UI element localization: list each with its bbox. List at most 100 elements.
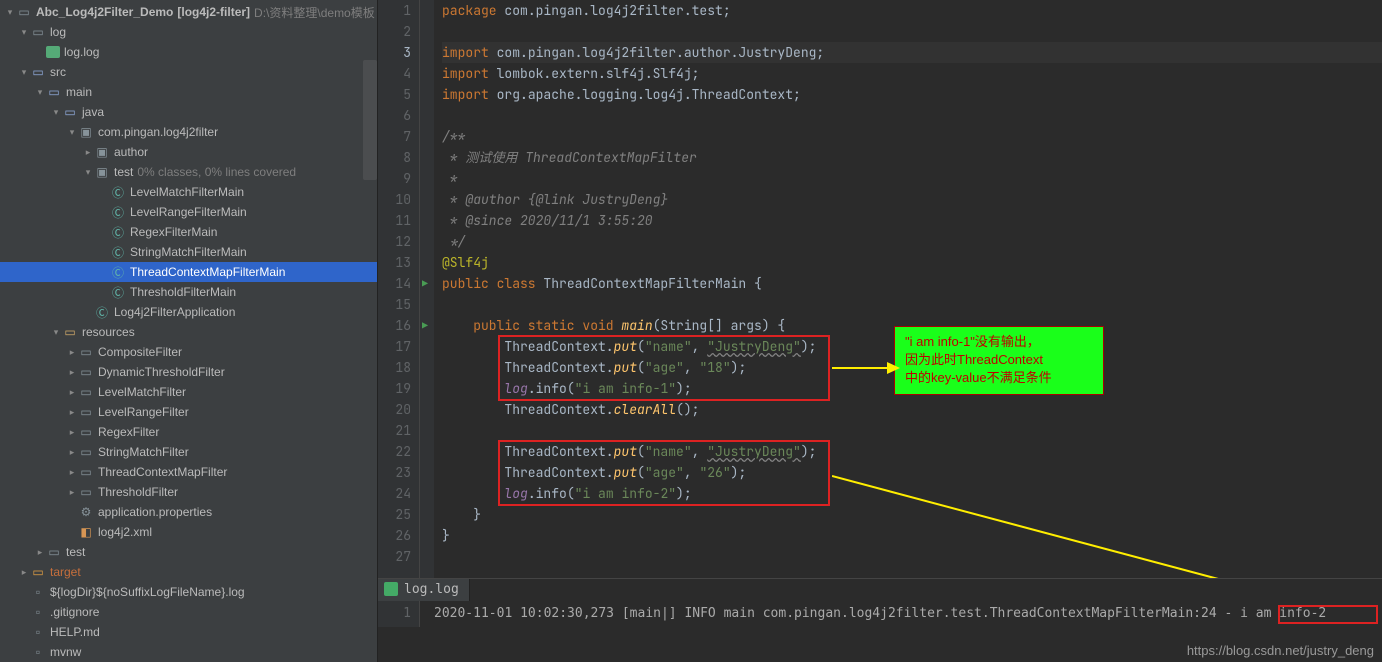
project-tree-panel[interactable]: ▾ ▭ Abc_Log4j2Filter_Demo [log4j2-filter… <box>0 0 378 662</box>
tree-folder[interactable]: ▸▭DynamicThresholdFilter <box>0 362 377 382</box>
log-output-panel[interactable]: log.log 1 2020-11-01 10:02:30,273 [main|… <box>378 578 1382 626</box>
code-line <box>442 294 1382 315</box>
package-icon: ▣ <box>94 144 110 160</box>
tree-file-xml[interactable]: ◧log4j2.xml <box>0 522 377 542</box>
code-editor[interactable]: 12345 678910 1112131415 1617181920 21222… <box>378 0 1382 578</box>
chevron-down-icon: ▾ <box>50 107 62 118</box>
tree-folder-resources[interactable]: ▾▭resources <box>0 322 377 342</box>
tree-package[interactable]: ▾▣com.pingan.log4j2filter <box>0 122 377 142</box>
callout-text: 中的key-value不满足条件 <box>905 369 1093 387</box>
line-number-gutter[interactable]: 12345 678910 1112131415 1617181920 21222… <box>378 0 420 578</box>
tree-file-loglog[interactable]: log.log <box>0 42 377 62</box>
code-line: * @since 2020/11/1 3:55:20 <box>442 210 1382 231</box>
class-icon: Ⓒ <box>110 184 126 200</box>
chevron-right-icon: ▸ <box>66 387 78 398</box>
log-line-number: 1 <box>378 601 420 627</box>
tree-package-test[interactable]: ▾▣test0% classes, 0% lines covered <box>0 162 377 182</box>
project-tree[interactable]: ▾ ▭ Abc_Log4j2Filter_Demo [log4j2-filter… <box>0 0 377 662</box>
chevron-right-icon: ▸ <box>18 567 30 578</box>
chevron-right-icon: ▸ <box>66 487 78 498</box>
folder-icon: ▭ <box>46 544 62 560</box>
tree-class[interactable]: ⒸRegexFilterMain <box>0 222 377 242</box>
code-area[interactable]: package com.pingan.log4j2filter.test; im… <box>434 0 1382 578</box>
folder-icon: ▭ <box>78 484 94 500</box>
target-icon: ▭ <box>30 564 46 580</box>
callout-text: 因为此时ThreadContext <box>905 351 1093 369</box>
chevron-right-icon: ▸ <box>66 447 78 458</box>
class-icon: Ⓒ <box>110 224 126 240</box>
class-icon: Ⓒ <box>110 204 126 220</box>
file-icon: ▫ <box>30 624 46 640</box>
project-root[interactable]: ▾ ▭ Abc_Log4j2Filter_Demo [log4j2-filter… <box>0 2 377 22</box>
code-line: * @author {@link JustryDeng} <box>442 189 1382 210</box>
logfile-icon <box>46 46 60 58</box>
resources-icon: ▭ <box>62 324 78 340</box>
run-icon[interactable]: ▶ <box>422 319 428 332</box>
tree-folder-test[interactable]: ▸▭test <box>0 542 377 562</box>
code-line <box>442 420 1382 441</box>
folder-icon: ▭ <box>78 444 94 460</box>
code-line: ThreadContext.clearAll(); <box>442 399 1382 420</box>
code-line: * <box>442 168 1382 189</box>
folder-icon: ▭ <box>46 84 62 100</box>
tree-class[interactable]: ⒸThresholdFilterMain <box>0 282 377 302</box>
tree-folder[interactable]: ▸▭CompositeFilter <box>0 342 377 362</box>
chevron-right-icon: ▸ <box>66 407 78 418</box>
file-icon: ▫ <box>30 644 46 660</box>
tree-folder-target[interactable]: ▸▭target <box>0 562 377 582</box>
folder-icon: ▭ <box>78 464 94 480</box>
class-icon: Ⓒ <box>110 284 126 300</box>
tree-file-help[interactable]: ▫HELP.md <box>0 622 377 642</box>
tree-file-gitignore[interactable]: ▫.gitignore <box>0 602 377 622</box>
properties-icon: ⚙ <box>78 504 94 520</box>
tree-file-props[interactable]: ⚙application.properties <box>0 502 377 522</box>
code-line: ThreadContext.put("age", "26"); <box>442 462 1382 483</box>
tree-package-author[interactable]: ▸▣author <box>0 142 377 162</box>
code-line: public class ThreadContextMapFilterMain … <box>442 273 1382 294</box>
code-line: ThreadContext.put("name", "JustryDeng"); <box>442 441 1382 462</box>
callout-text: "i am info-1"没有输出， <box>905 333 1093 351</box>
log-tab[interactable]: log.log <box>378 579 470 601</box>
code-line: import org.apache.logging.log4j.ThreadCo… <box>442 84 1382 105</box>
tree-folder[interactable]: ▸▭ThreadContextMapFilter <box>0 462 377 482</box>
tree-folder[interactable]: ▸▭RegexFilter <box>0 422 377 442</box>
tree-folder-java[interactable]: ▾▭java <box>0 102 377 122</box>
logfile-icon <box>384 582 398 596</box>
tree-folder[interactable]: ▸▭LevelMatchFilter <box>0 382 377 402</box>
tree-class-app[interactable]: ⒸLog4j2FilterApplication <box>0 302 377 322</box>
sidebar-scrollbar[interactable] <box>363 60 377 180</box>
file-icon: ▫ <box>30 584 46 600</box>
tree-class-selected[interactable]: ⒸThreadContextMapFilterMain <box>0 262 377 282</box>
chevron-down-icon: ▾ <box>66 127 78 138</box>
tree-class[interactable]: ⒸLevelRangeFilterMain <box>0 202 377 222</box>
tree-folder[interactable]: ▸▭ThresholdFilter <box>0 482 377 502</box>
tab-label: log.log <box>404 582 459 597</box>
tree-file-mvnw[interactable]: ▫mvnw <box>0 642 377 662</box>
tree-folder[interactable]: ▸▭LevelRangeFilter <box>0 402 377 422</box>
tree-class[interactable]: ⒸStringMatchFilterMain <box>0 242 377 262</box>
chevron-down-icon: ▾ <box>18 27 30 38</box>
project-path: D:\资料整理\demo模板 <box>254 4 375 21</box>
watermark-text: https://blog.csdn.net/justry_deng <box>1187 643 1374 658</box>
chevron-down-icon: ▾ <box>82 167 94 178</box>
code-line <box>442 546 1382 567</box>
code-line: * 测试使用 ThreadContextMapFilter <box>442 147 1382 168</box>
tree-file-tpl[interactable]: ▫${logDir}${noSuffixLogFileName}.log <box>0 582 377 602</box>
folder-icon: ▭ <box>78 404 94 420</box>
chevron-down-icon: ▾ <box>4 7 16 18</box>
tree-class[interactable]: ⒸLevelMatchFilterMain <box>0 182 377 202</box>
tree-folder[interactable]: ▸▭StringMatchFilter <box>0 442 377 462</box>
run-icon[interactable]: ▶ <box>422 277 428 290</box>
chevron-right-icon: ▸ <box>66 367 78 378</box>
tree-folder-src[interactable]: ▾▭src <box>0 62 377 82</box>
tree-folder-main[interactable]: ▾▭main <box>0 82 377 102</box>
xml-icon: ◧ <box>78 524 94 540</box>
class-icon: Ⓒ <box>94 304 110 320</box>
folder-icon: ▭ <box>78 384 94 400</box>
code-line: @Slf4j <box>442 252 1382 273</box>
module-icon: ▭ <box>16 4 32 20</box>
tree-folder-log[interactable]: ▾▭log <box>0 22 377 42</box>
class-icon: Ⓒ <box>110 244 126 260</box>
package-icon: ▣ <box>94 164 110 180</box>
class-icon: Ⓒ <box>110 264 126 280</box>
